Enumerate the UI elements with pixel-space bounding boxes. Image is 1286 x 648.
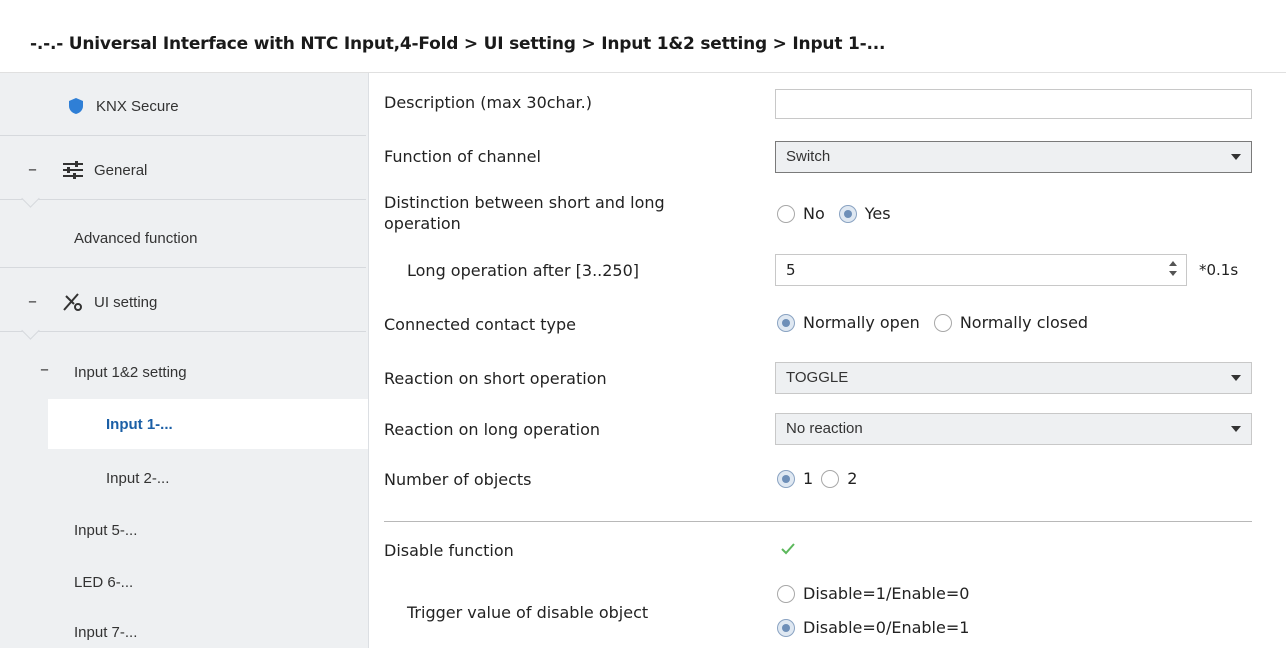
chevron-down-icon [1231, 154, 1241, 160]
radio-no[interactable] [777, 204, 795, 223]
divider [0, 199, 366, 200]
long-after-label: Long operation after [3..250] [407, 261, 640, 280]
distinction-label: Distinction between short and long opera… [384, 192, 665, 234]
sidebar-item-advanced-function[interactable]: Advanced function [74, 223, 366, 253]
select-value: TOGGLE [786, 369, 849, 386]
sidebar-item-label: KNX Secure [96, 97, 179, 115]
distinction-label-line2: operation [384, 214, 461, 233]
sidebar-item-label: LED 6-... [74, 573, 134, 591]
function-label: Function of channel [384, 147, 541, 166]
contact-label: Connected contact type [384, 315, 576, 334]
function-select[interactable]: Switch [775, 141, 1252, 173]
long-reaction-label: Reaction on long operation [384, 420, 601, 439]
sidebar-item-input7[interactable]: Input 7-... [74, 617, 366, 647]
long-after-spinbox[interactable]: 5 [775, 254, 1187, 286]
description-input[interactable] [775, 89, 1252, 119]
sidebar-item-label: General [94, 161, 148, 179]
shield-icon [69, 98, 83, 114]
sidebar-item-input12-setting[interactable]: Input 1&2 setting [74, 357, 366, 387]
breadcrumb: -.-.- Universal Interface with NTC Input… [30, 34, 886, 54]
radio-label: Yes [864, 204, 891, 223]
objects-label: Number of objects [384, 470, 532, 489]
short-reaction-select[interactable]: TOGGLE [775, 362, 1252, 394]
title-bar: -.-.- Universal Interface with NTC Input… [0, 0, 1286, 73]
distinction-no-option[interactable]: No [777, 204, 825, 223]
trigger-opt1-option[interactable]: Disable=1/Enable=0 [777, 584, 969, 603]
collapse-icon[interactable]: – [40, 359, 49, 380]
radio-objects-1[interactable] [777, 469, 795, 488]
radio-label: Disable=0/Enable=1 [803, 618, 970, 637]
disable-label: Disable function [384, 541, 514, 560]
radio-label: 1 [803, 469, 814, 488]
sidebar-item-label: Advanced function [74, 229, 198, 247]
sidebar: KNX Secure – General Advanced function –… [0, 73, 369, 648]
radio-normally-closed[interactable] [933, 313, 952, 332]
distinction-label-line1: Distinction between short and long [384, 193, 665, 212]
divider [0, 331, 366, 332]
divider [0, 135, 366, 136]
parameter-panel: Description (max 30char.) Function of ch… [369, 73, 1286, 648]
radio-yes[interactable] [838, 204, 857, 223]
spinner-arrows-icon[interactable] [1168, 259, 1178, 279]
sidebar-item-label: Input 1&2 setting [74, 363, 187, 381]
select-value: No reaction [786, 420, 863, 437]
sidebar-item-input1[interactable]: Input 1-... [48, 399, 368, 449]
long-after-unit: *0.1s [1199, 261, 1239, 279]
chevron-down-icon [1231, 375, 1241, 381]
short-reaction-label: Reaction on short operation [384, 369, 607, 388]
radio-normally-open[interactable] [777, 313, 795, 332]
sidebar-item-label: Input 2-... [106, 469, 170, 487]
radio-objects-2[interactable] [821, 469, 840, 488]
sidebar-item-input2[interactable]: Input 2-... [106, 463, 366, 493]
sliders-icon [63, 161, 83, 179]
trigger-opt2-option[interactable]: Disable=0/Enable=1 [777, 618, 969, 637]
tree-notch [21, 189, 40, 208]
contact-open-option[interactable]: Normally open [777, 313, 920, 332]
objects-1-option[interactable]: 1 [777, 469, 813, 488]
long-reaction-select[interactable]: No reaction [775, 413, 1252, 445]
sidebar-item-label: UI setting [94, 293, 158, 311]
sidebar-item-knx-secure[interactable]: KNX Secure [68, 91, 366, 121]
radio-trigger-2[interactable] [777, 618, 795, 637]
sidebar-item-label: Input 1-... [106, 415, 173, 433]
tree-notch [21, 321, 40, 340]
sidebar-item-input5[interactable]: Input 5-... [74, 515, 366, 545]
radio-label: No [803, 204, 825, 223]
objects-2-option[interactable]: 2 [821, 469, 857, 488]
radio-label: Normally open [803, 313, 920, 332]
sidebar-item-general[interactable]: General [62, 155, 362, 185]
radio-label: Normally closed [959, 313, 1089, 332]
trigger-label: Trigger value of disable object [407, 603, 649, 622]
distinction-yes-option[interactable]: Yes [838, 204, 891, 223]
sidebar-item-label: Input 5-... [74, 521, 138, 539]
sidebar-item-ui-setting[interactable]: UI setting [62, 287, 362, 317]
radio-label: 2 [847, 469, 858, 488]
collapse-icon[interactable]: – [28, 159, 37, 180]
tools-icon [63, 293, 82, 311]
radio-trigger-1[interactable] [777, 584, 795, 603]
contact-closed-option[interactable]: Normally closed [933, 313, 1089, 332]
disable-checkbox[interactable] [779, 540, 799, 560]
contact-radio-group: Normally open Normally closed [777, 313, 1102, 332]
sidebar-item-label: Input 7-... [74, 623, 138, 641]
checkmark-icon [781, 543, 795, 555]
chevron-down-icon [1231, 426, 1241, 432]
distinction-radio-group: No Yes [777, 204, 905, 223]
collapse-icon[interactable]: – [28, 291, 37, 312]
sidebar-item-led6[interactable]: LED 6-... [74, 567, 366, 597]
divider [0, 267, 366, 268]
description-label: Description (max 30char.) [384, 93, 592, 112]
select-value: Switch [786, 148, 831, 165]
radio-label: Disable=1/Enable=0 [803, 584, 970, 603]
objects-radio-group: 1 2 [777, 469, 871, 488]
section-divider [384, 521, 1252, 522]
spinbox-value: 5 [786, 261, 796, 279]
